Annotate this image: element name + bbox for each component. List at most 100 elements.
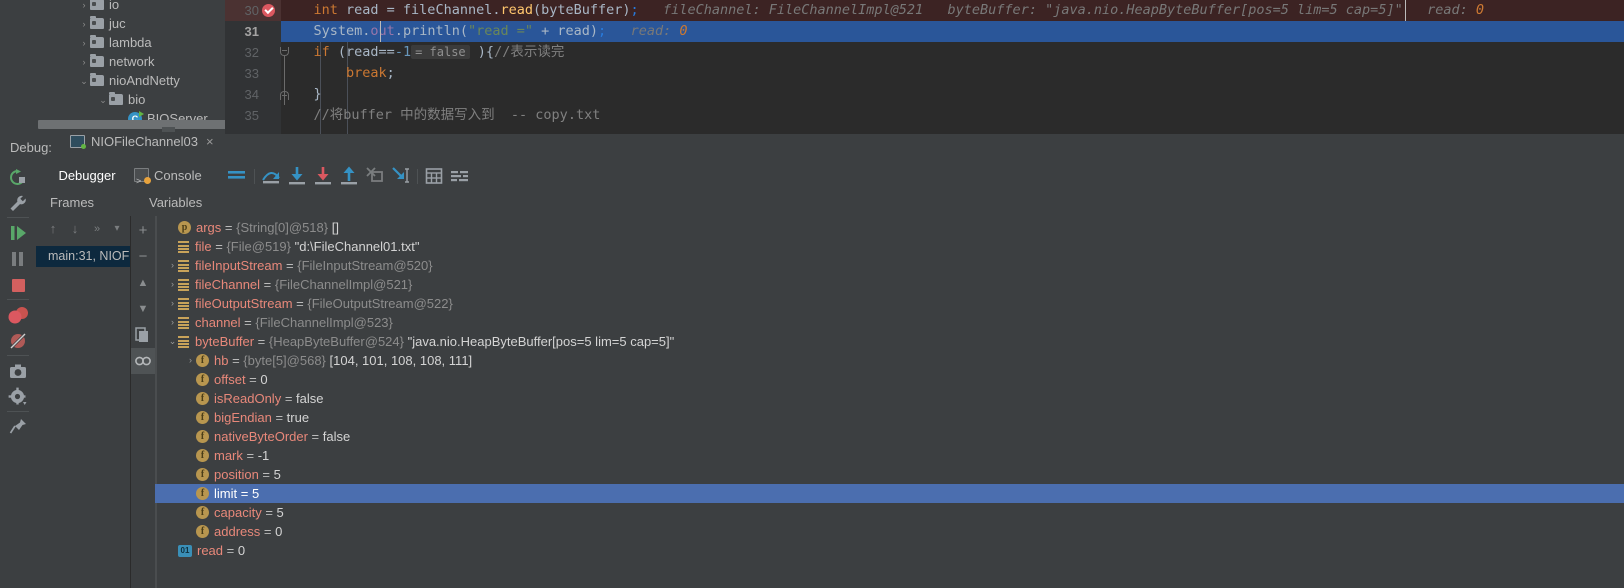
inspect-icon[interactable] [131,348,155,374]
variable-row-limit[interactable]: limit = 5 [155,484,1624,503]
code-editor[interactable]: 30 int read = fileChannel.read(byteBuffe… [225,0,1624,134]
variable-row-hb[interactable]: › hb = {byte[5]@568} [104, 101, 108, 108,… [155,351,1624,370]
variable-equals: = [228,353,244,368]
variable-row-fileInputStream[interactable]: › fileInputStream = {FileInputStream@520} [155,256,1624,275]
frames-more-icon[interactable]: » [88,216,106,242]
variable-row-read[interactable]: read = 0 [155,541,1624,560]
variable-row-bigEndian[interactable]: bigEndian = true [155,408,1624,427]
settings-wrench-icon[interactable] [0,190,36,216]
chevron-right-icon[interactable]: › [167,294,178,313]
debug-label: Debug: [10,140,52,155]
add-watch-icon[interactable]: + [131,218,155,244]
variable-value: [] [328,220,339,235]
editor-line-32[interactable]: 32 if (read==-1 = false ){//表示读完 [225,42,1624,63]
chevron-right-icon[interactable]: › [78,53,90,72]
variable-name: fileChannel [195,277,261,292]
mute-breakpoints-icon[interactable] [0,328,36,354]
variable-row-nativeByteOrder[interactable]: nativeByteOrder = false [155,427,1624,446]
move-up-icon[interactable]: ▲ [131,270,155,296]
debug-settings-gear-icon[interactable] [0,384,36,410]
variable-equals: = [260,277,275,292]
variable-row-capacity[interactable]: capacity = 5 [155,503,1624,522]
settings-icon[interactable] [447,162,473,190]
code-token: ( [459,23,468,39]
editor-line-30[interactable]: 30 int read = fileChannel.read(byteBuffe… [225,0,1624,21]
variable-equals: = [223,543,238,558]
project-tree-item-nioandnetty[interactable]: ⌄ nioAndNetty [0,71,180,90]
move-down-icon[interactable]: ▼ [131,296,155,322]
variable-row-fileOutputStream[interactable]: › fileOutputStream = {FileOutputStream@52… [155,294,1624,313]
variables-pane[interactable]: args = {String[0]@518} []file = {File@51… [155,216,1624,588]
force-step-into-icon[interactable] [310,162,336,190]
evaluate-expression-icon[interactable] [421,162,447,190]
code-token: ; [598,23,607,39]
variable-row-file[interactable]: file = {File@519} "d:\FileChannel01.txt" [155,237,1624,256]
project-tree-panel[interactable]: ›io›juc›lambda›network⌄nioAndNetty⌄bioBI… [0,0,225,134]
chevron-right-icon[interactable]: › [167,313,178,332]
breakpoint-icon[interactable] [262,4,275,17]
frames-filter-icon[interactable]: ▾ [108,216,126,242]
chevron-right-icon[interactable]: › [167,275,178,294]
chevron-right-icon[interactable]: › [185,351,196,370]
editor-line-34[interactable]: 34 } [225,84,1624,105]
chevron-down-icon[interactable]: ⌄ [78,72,90,91]
step-into-icon[interactable] [284,162,310,190]
variable-row-mark[interactable]: mark = -1 [155,446,1624,465]
remove-watch-icon[interactable]: − [131,244,155,270]
variable-name: capacity [214,505,262,520]
close-icon[interactable]: × [206,134,214,149]
project-tree-item-network[interactable]: › network [0,52,155,71]
chevron-right-icon[interactable]: › [78,15,90,34]
variable-type: {byte[5]@568} [243,353,326,368]
variable-row-offset[interactable]: offset = 0 [155,370,1624,389]
chevron-down-icon[interactable]: ⌄ [167,332,178,351]
editor-line-31[interactable]: 31 System.out.println("read =" + read); … [225,21,1624,42]
variable-row-fileChannel[interactable]: › fileChannel = {FileChannelImpl@521} [155,275,1624,294]
variable-row-byteBuffer[interactable]: ⌄ byteBuffer = {HeapByteBuffer@524} "java… [155,332,1624,351]
editor-line-33[interactable]: 33 break; [225,63,1624,84]
project-tree-item-lambda[interactable]: › lambda [0,33,152,52]
variable-row-address[interactable]: address = 0 [155,522,1624,541]
project-tree-item-io[interactable]: › io [0,0,119,14]
variable-row-position[interactable]: position = 5 [155,465,1624,484]
chevron-right-icon[interactable]: › [78,0,90,15]
chevron-right-icon[interactable]: › [78,34,90,53]
frames-pane[interactable]: ↑ ↓ » ▾ main:31, NIOFi [36,216,130,588]
tab-debugger[interactable]: Debugger [46,162,128,192]
drop-frame-icon[interactable] [362,162,388,190]
object-icon [178,298,189,310]
code-token: read = fileChannel. [337,2,501,18]
frame-down-icon[interactable]: ↓ [66,216,84,242]
scrollbar-nub[interactable] [162,127,175,132]
code-token: if [313,44,330,60]
project-tree-item-juc[interactable]: › juc [0,14,126,33]
project-tree-horizontal-scrollbar[interactable] [38,120,225,132]
layout-settings-icon[interactable] [223,162,249,190]
variable-row-isReadOnly[interactable]: isReadOnly = false [155,389,1624,408]
view-breakpoints-icon[interactable] [0,302,36,328]
editor-line-code: //将buffer 中的数据写入到 -- copy.txt [281,105,601,126]
variable-equals: = [258,467,274,482]
project-tree-item-bio[interactable]: ⌄ bio [0,90,145,109]
step-out-icon[interactable] [336,162,362,190]
debug-session-tab[interactable]: NIOFileChannel03 × [62,134,224,164]
frame-list-item[interactable]: main:31, NIOFi [36,246,130,267]
rerun-icon[interactable] [0,164,36,190]
chevron-right-icon[interactable]: › [167,256,178,275]
pause-program-icon[interactable] [0,246,36,272]
tab-console[interactable]: Console [134,162,202,195]
variable-row-args[interactable]: args = {String[0]@518} [] [155,218,1624,237]
step-over-icon[interactable] [258,162,284,190]
screenshot-icon[interactable] [0,358,36,384]
variable-name: offset [214,372,246,387]
chevron-down-icon[interactable]: ⌄ [97,91,109,110]
editor-line-35[interactable]: 35 //将buffer 中的数据写入到 -- copy.txt [225,105,1624,126]
copy-value-icon[interactable] [131,322,155,348]
variable-row-channel[interactable]: › channel = {FileChannelImpl@523} [155,313,1624,332]
frame-up-icon[interactable]: ↑ [44,216,62,242]
pin-tab-icon[interactable] [0,414,36,440]
field-icon [196,525,209,538]
resume-program-icon[interactable] [0,220,36,246]
run-to-cursor-icon[interactable] [388,162,414,190]
stop-icon[interactable] [0,272,36,298]
